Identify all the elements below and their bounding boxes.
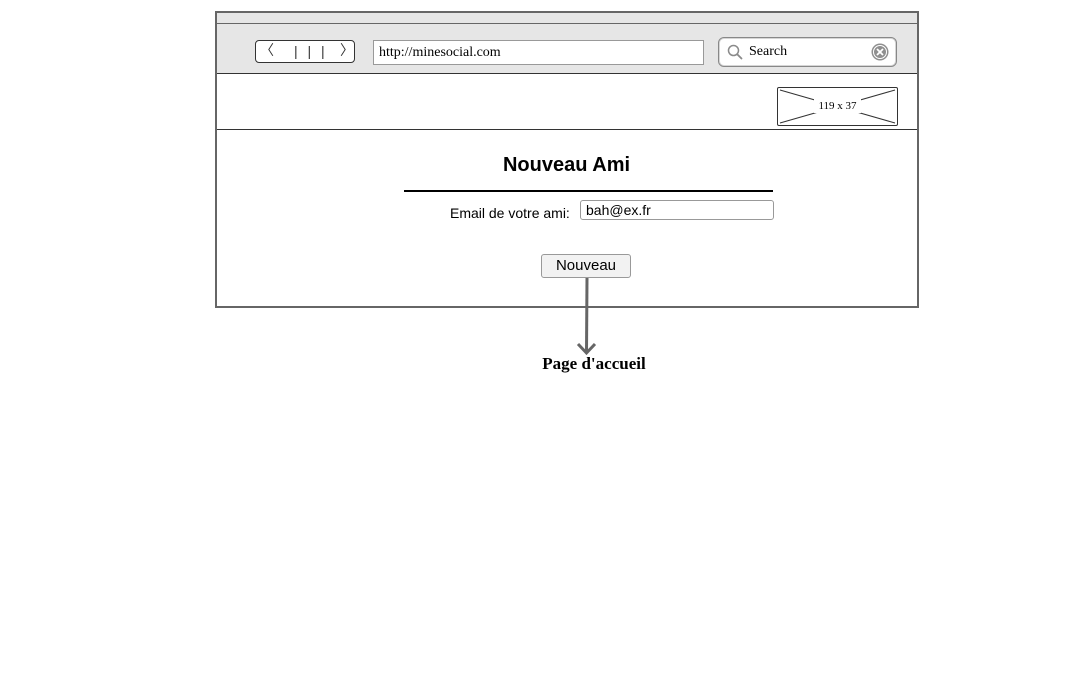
back-icon[interactable]: 〈 xyxy=(260,41,274,62)
search-box[interactable]: Search xyxy=(718,37,897,67)
nouveau-button[interactable]: Nouveau xyxy=(541,254,631,278)
placeholder-label: 119 x 37 xyxy=(818,100,857,112)
email-field[interactable]: bah@ex.fr xyxy=(580,200,774,220)
nav-separators: | | | xyxy=(294,43,328,59)
link-target-label: Page d'accueil xyxy=(542,354,646,373)
clear-icon[interactable] xyxy=(871,43,889,61)
title-divider xyxy=(404,190,773,192)
search-input[interactable]: Search xyxy=(749,38,787,66)
forward-icon[interactable]: 〉 xyxy=(340,41,354,62)
search-icon xyxy=(727,44,743,60)
link-arrow-icon xyxy=(576,277,597,356)
nav-buttons[interactable]: 〈 | | | 〉 xyxy=(255,40,355,63)
browser-toolbar: 〈 | | | 〉 http://minesocial.com Search xyxy=(217,24,917,74)
window-titlebar xyxy=(217,13,917,24)
url-bar[interactable]: http://minesocial.com xyxy=(373,40,704,65)
browser-window: 〈 | | | 〉 http://minesocial.com Search 1… xyxy=(215,11,919,308)
page-header: 119 x 37 xyxy=(217,74,917,130)
page-title: Nouveau Ami xyxy=(502,154,631,176)
email-label: Email de votre ami: xyxy=(450,205,570,221)
image-placeholder: 119 x 37 xyxy=(777,87,898,126)
